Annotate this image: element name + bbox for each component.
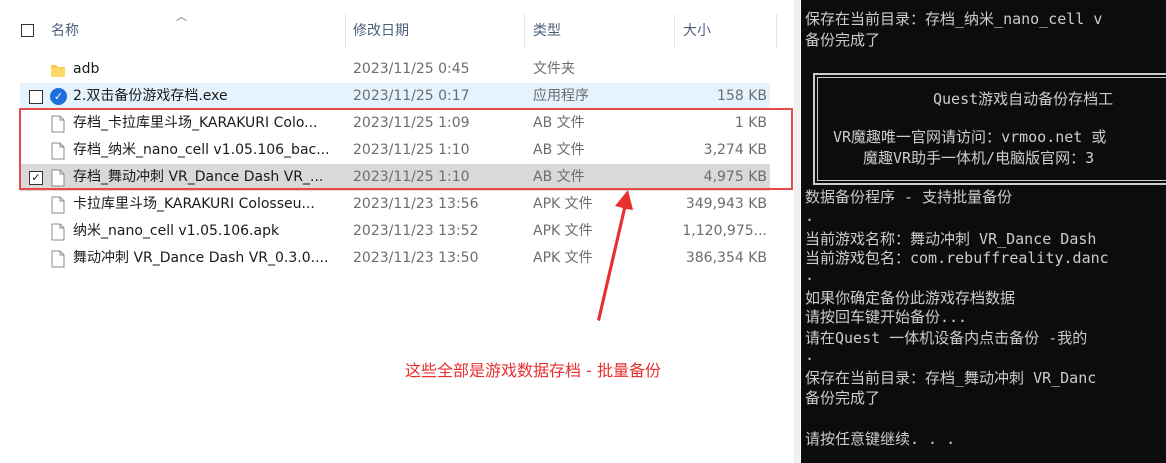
file-row-exe[interactable]: ✓ 2.双击备份游戏存档.exe 2023/11/25 0:17 应用程序 15… (20, 83, 770, 110)
file-row-adb[interactable]: adb 2023/11/25 0:45 文件夹 (20, 56, 770, 83)
console-line: . (805, 346, 815, 364)
file-type: APK 文件 (533, 196, 593, 212)
file-row-apk-dancedash[interactable]: 舞动冲刺 VR_Dance Dash VR_0.3.0.... 2023/11/… (20, 245, 770, 272)
file-size: 158 KB (717, 88, 767, 104)
file-explorer: ︿ 名称 修改日期 类型 大小 adb 2023/11/25 0:45 文件夹 … (0, 0, 800, 463)
file-type: 应用程序 (533, 88, 589, 104)
file-type: 文件夹 (533, 61, 575, 77)
file-row-apk-nano[interactable]: 纳米_nano_cell v1.05.106.apk 2023/11/23 13… (20, 218, 770, 245)
file-date: 2023/11/25 0:17 (353, 88, 470, 104)
select-all-checkbox[interactable] (21, 24, 34, 37)
console-line: 备份完成了 (805, 389, 881, 407)
column-date[interactable]: 修改日期 (353, 12, 409, 50)
console-line: . (805, 266, 815, 284)
file-icon (51, 250, 65, 268)
file-name: 舞动冲刺 VR_Dance Dash VR_0.3.0.... (73, 250, 329, 266)
file-date: 2023/11/25 0:45 (353, 61, 470, 77)
file-name: 2.双击备份游戏存档.exe (73, 88, 228, 104)
column-divider[interactable] (345, 14, 346, 48)
column-divider[interactable] (524, 14, 525, 48)
file-date: 2023/11/23 13:56 (353, 196, 479, 212)
annotation-arrow (597, 190, 633, 321)
console-window: 保存在当前目录：存档_纳米_nano_cell v 备份完成了 Quest游戏自… (801, 0, 1166, 463)
file-type: APK 文件 (533, 223, 593, 239)
column-divider[interactable] (776, 14, 777, 48)
file-date: 2023/11/23 13:52 (353, 223, 479, 239)
file-name: adb (73, 61, 100, 77)
console-line: 备份完成了 (805, 31, 881, 49)
console-line: 当前游戏包名：com.rebuffreality.danc (805, 249, 1109, 267)
console-line: 请在Quest 一体机设备内点击备份 -我的 (805, 329, 1088, 347)
console-line: 保存在当前目录：存档_舞动冲刺 VR_Danc (805, 369, 1097, 387)
scrollbar[interactable] (794, 0, 800, 463)
banner-line: 魔趣VR助手一体机/电脑版官网：3 (863, 149, 1095, 167)
console-line: 如果你确定备份此游戏存档数据 (805, 289, 1016, 307)
file-date: 2023/11/23 13:50 (353, 250, 479, 266)
console-line: 请按任意键继续. . . (805, 430, 956, 448)
sort-ascending-icon: ︿ (176, 10, 187, 23)
banner-line: VR魔趣唯一官网请访问：vrmoo.net 或 (833, 128, 1107, 146)
console-line: 数据备份程序 - 支持批量备份 (805, 188, 1013, 206)
banner-title: Quest游戏自动备份存档工 (933, 90, 1114, 108)
file-type: APK 文件 (533, 250, 593, 266)
annotation-text: 这些全部是游戏数据存档 - 批量备份 (405, 361, 661, 380)
check-circle-icon: ✓ (50, 88, 67, 105)
file-size: 1,120,975... (682, 223, 767, 239)
file-name: 卡拉库里斗场_KARAKURI Colosseu... (73, 196, 315, 212)
column-size[interactable]: 大小 (683, 12, 711, 50)
column-name[interactable]: 名称 (51, 12, 79, 50)
console-line: 保存在当前目录：存档_纳米_nano_cell v (805, 10, 1103, 28)
row-checkbox[interactable] (29, 90, 43, 104)
highlight-box (19, 108, 793, 190)
file-size: 349,943 KB (685, 196, 767, 212)
folder-icon (51, 65, 65, 77)
console-line: 当前游戏名称：舞动冲刺 VR_Dance Dash (805, 230, 1097, 248)
column-header: ︿ 名称 修改日期 类型 大小 (0, 10, 777, 50)
file-row-apk-karakuri[interactable]: 卡拉库里斗场_KARAKURI Colosseu... 2023/11/23 1… (20, 191, 770, 218)
file-size: 386,354 KB (685, 250, 767, 266)
column-type[interactable]: 类型 (533, 12, 561, 50)
console-line: 请按回车键开始备份... (805, 308, 968, 326)
file-icon (51, 223, 65, 241)
file-name: 纳米_nano_cell v1.05.106.apk (73, 223, 280, 239)
console-line: . (805, 207, 815, 225)
column-divider[interactable] (674, 14, 675, 48)
file-icon (51, 196, 65, 214)
